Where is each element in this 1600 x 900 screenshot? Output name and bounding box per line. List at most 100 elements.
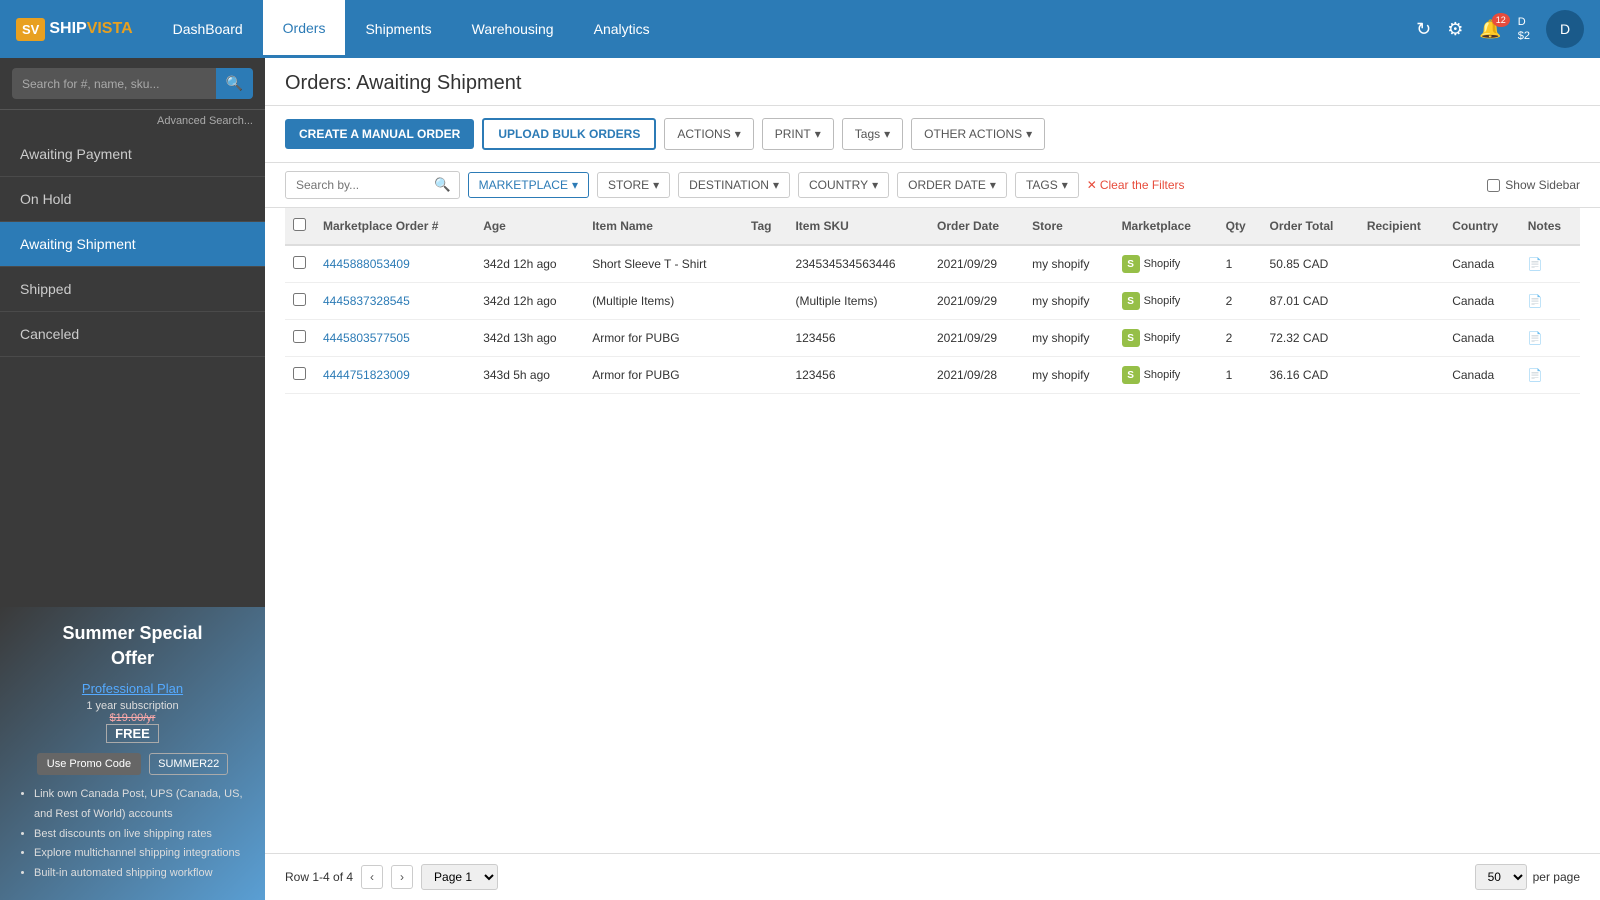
tags-filter-label: TAGS <box>1026 178 1058 192</box>
use-promo-button[interactable]: Use Promo Code <box>37 753 141 775</box>
create-manual-order-button[interactable]: CREATE A MANUAL ORDER <box>285 119 474 149</box>
row-marketplace-3: S Shopify <box>1114 357 1218 394</box>
row-order-num-1: 4445837328545 <box>315 283 475 320</box>
order-link-2[interactable]: 4445803577505 <box>323 331 410 345</box>
row-notes-0[interactable]: 📄 <box>1520 245 1580 283</box>
next-page-button[interactable]: › <box>391 865 413 889</box>
advanced-search-link[interactable]: Advanced Search... <box>0 110 265 132</box>
row-total-1: 87.01 CAD <box>1262 283 1359 320</box>
upload-bulk-orders-button[interactable]: UPLOAD BULK ORDERS <box>482 118 656 150</box>
promo-features: Link own Canada Post, UPS (Canada, US, a… <box>16 785 249 884</box>
settings-icon[interactable]: ⚙ <box>1447 19 1463 40</box>
row-qty-3: 1 <box>1218 357 1262 394</box>
notifications-icon[interactable]: 🔔 12 <box>1479 19 1501 40</box>
row-select-2[interactable] <box>293 330 306 343</box>
sidebar-nav: Awaiting Payment On Hold Awaiting Shipme… <box>0 132 265 607</box>
sidebar-item-awaiting-shipment[interactable]: Awaiting Shipment <box>0 222 265 267</box>
sidebar-item-awaiting-payment[interactable]: Awaiting Payment <box>0 132 265 177</box>
row-select-3[interactable] <box>293 367 306 380</box>
prev-page-button[interactable]: ‹ <box>361 865 383 889</box>
promo-old-price: $19.00/yr <box>16 712 249 724</box>
row-country-3: Canada <box>1444 357 1520 394</box>
promo-plan-link[interactable]: Professional Plan <box>16 681 249 696</box>
sidebar-item-canceled[interactable]: Canceled <box>0 312 265 357</box>
refresh-icon[interactable]: ↻ <box>1416 19 1431 40</box>
row-total-2: 72.32 CAD <box>1262 320 1359 357</box>
row-notes-3[interactable]: 📄 <box>1520 357 1580 394</box>
nav-shipments[interactable]: Shipments <box>345 0 451 58</box>
row-order-num-2: 4445803577505 <box>315 320 475 357</box>
order-date-filter-button[interactable]: ORDER DATE ▾ <box>897 172 1007 198</box>
page-title: Orders: Awaiting Shipment <box>285 72 1580 95</box>
shopify-icon-3: S <box>1122 366 1140 384</box>
show-sidebar-checkbox[interactable] <box>1487 179 1500 192</box>
nav-warehousing[interactable]: Warehousing <box>452 0 574 58</box>
row-select-1[interactable] <box>293 293 306 306</box>
shopify-icon-0: S <box>1122 255 1140 273</box>
nav-dashboard[interactable]: DashBoard <box>153 0 263 58</box>
other-actions-button[interactable]: OTHER ACTIONS ▾ <box>911 118 1045 150</box>
search-input[interactable] <box>12 71 216 97</box>
tags-button[interactable]: Tags ▾ <box>842 118 903 150</box>
nav-analytics[interactable]: Analytics <box>574 0 670 58</box>
filter-search-input[interactable] <box>286 173 426 197</box>
order-link-3[interactable]: 4444751823009 <box>323 368 410 382</box>
tags-filter-button[interactable]: TAGS ▾ <box>1015 172 1079 198</box>
print-chevron-icon: ▾ <box>815 127 821 141</box>
search-button[interactable]: 🔍 <box>216 68 253 99</box>
print-button[interactable]: PRINT ▾ <box>762 118 834 150</box>
logo-vista: VISTA <box>87 20 133 38</box>
clear-filters-label: Clear the Filters <box>1100 178 1185 192</box>
row-notes-2[interactable]: 📄 <box>1520 320 1580 357</box>
sidebar-item-on-hold[interactable]: On Hold <box>0 177 265 222</box>
search-box: 🔍 <box>12 68 253 99</box>
col-age: Age <box>475 208 584 245</box>
sidebar-item-shipped[interactable]: Shipped <box>0 267 265 312</box>
nav-right: ↻ ⚙ 🔔 12 D $2 D <box>1416 10 1584 48</box>
actions-button[interactable]: ACTIONS ▾ <box>664 118 753 150</box>
row-select-0[interactable] <box>293 256 306 269</box>
row-store-1: my shopify <box>1024 283 1113 320</box>
destination-chevron-icon: ▾ <box>773 178 779 192</box>
page-select[interactable]: Page 1 <box>421 864 498 890</box>
order-date-chevron-icon: ▾ <box>990 178 996 192</box>
show-sidebar-toggle[interactable]: Show Sidebar <box>1487 178 1580 192</box>
filter-search-button[interactable]: 🔍 <box>426 172 459 198</box>
logo[interactable]: SV SHIPVISTA <box>16 18 133 41</box>
row-total-0: 50.85 CAD <box>1262 245 1359 283</box>
destination-filter-button[interactable]: DESTINATION ▾ <box>678 172 790 198</box>
marketplace-filter-button[interactable]: MARKETPLACE ▾ <box>468 172 589 198</box>
row-sku-1: (Multiple Items) <box>787 283 929 320</box>
country-filter-button[interactable]: COUNTRY ▾ <box>798 172 889 198</box>
row-checkbox-0 <box>285 245 315 283</box>
row-age-3: 343d 5h ago <box>475 357 584 394</box>
row-info: Row 1-4 of 4 <box>285 870 353 884</box>
promo-feature-1: Link own Canada Post, UPS (Canada, US, a… <box>34 785 249 825</box>
col-sku: Item SKU <box>787 208 929 245</box>
user-avatar[interactable]: D <box>1546 10 1584 48</box>
per-page-select[interactable]: 50 <box>1475 864 1527 890</box>
row-item-name-0: Short Sleeve T - Shirt <box>584 245 743 283</box>
row-store-0: my shopify <box>1024 245 1113 283</box>
top-navigation: SV SHIPVISTA DashBoard Orders Shipments … <box>0 0 1600 58</box>
clear-filters-button[interactable]: ✕ Clear the Filters <box>1087 178 1185 192</box>
select-all-checkbox[interactable] <box>293 218 306 231</box>
nav-orders[interactable]: Orders <box>263 0 346 58</box>
promo-code-badge: SUMMER22 <box>149 753 228 775</box>
row-notes-1[interactable]: 📄 <box>1520 283 1580 320</box>
clear-filters-x-icon: ✕ <box>1087 178 1097 192</box>
show-sidebar-label: Show Sidebar <box>1505 178 1580 192</box>
order-link-0[interactable]: 4445888053409 <box>323 257 410 271</box>
toolbar: CREATE A MANUAL ORDER UPLOAD BULK ORDERS… <box>265 106 1600 163</box>
row-sku-3: 123456 <box>787 357 929 394</box>
row-item-name-3: Armor for PUBG <box>584 357 743 394</box>
store-filter-button[interactable]: STORE ▾ <box>597 172 670 198</box>
user-info[interactable]: D $2 <box>1518 15 1530 44</box>
row-order-date-3: 2021/09/28 <box>929 357 1024 394</box>
main-content: Orders: Awaiting Shipment CREATE A MANUA… <box>265 58 1600 900</box>
order-link-1[interactable]: 4445837328545 <box>323 294 410 308</box>
row-marketplace-0: S Shopify <box>1114 245 1218 283</box>
row-total-3: 36.16 CAD <box>1262 357 1359 394</box>
row-order-date-2: 2021/09/29 <box>929 320 1024 357</box>
orders-table: Marketplace Order # Age Item Name Tag It… <box>285 208 1580 394</box>
